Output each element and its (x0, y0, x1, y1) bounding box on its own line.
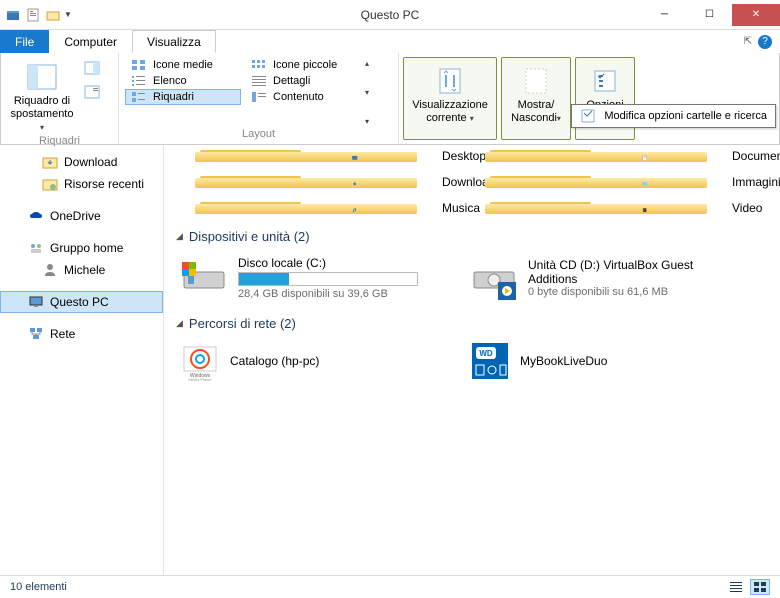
layout-tiles[interactable]: Riquadri (125, 89, 241, 105)
folder-download[interactable]: Download (176, 171, 436, 193)
maximize-button[interactable]: ☐ (687, 4, 732, 26)
folder-pictures[interactable]: Immagini (466, 171, 726, 193)
layout-scroll-up[interactable]: ▴ (365, 59, 369, 68)
layout-medium-icons[interactable]: Icone medie (125, 57, 241, 73)
folder-desktop[interactable]: Desktop (176, 145, 436, 167)
folder-music[interactable]: Musica (176, 197, 436, 219)
window-title: Questo PC (361, 8, 420, 22)
quick-access-toolbar: ▼ (0, 6, 72, 24)
sidebar-item-download[interactable]: Download (0, 151, 163, 173)
item-count: 10 elementi (10, 581, 67, 593)
folder-documents[interactable]: Documenti (466, 145, 726, 167)
sidebar-item-network[interactable]: Rete (0, 323, 163, 345)
show-hide-button[interactable]: Mostra/ Nascondi▾ (507, 61, 565, 138)
new-folder-icon[interactable] (44, 6, 62, 24)
navigation-sidebar: Download Risorse recenti OneDrive Gruppo… (0, 145, 164, 575)
layout-expand[interactable]: ▾ (365, 117, 369, 126)
sidebar-item-user[interactable]: Michele (0, 259, 163, 281)
system-menu-icon[interactable] (4, 6, 22, 24)
view-thumbnails-button[interactable] (750, 579, 770, 595)
svg-text:Media Player: Media Player (188, 377, 212, 381)
devices-header[interactable]: ◢Dispositivi e unità (2) (176, 229, 768, 244)
svg-text:WD: WD (479, 349, 493, 358)
details-pane-button[interactable] (81, 81, 103, 103)
view-details-button[interactable] (726, 579, 746, 595)
main-pane: Desktop Documenti Download Immagini Musi… (164, 145, 780, 575)
help-icon[interactable]: ? (758, 35, 772, 49)
tab-view[interactable]: Visualizza (132, 30, 216, 53)
show-hide-label: Mostra/ Nascondi (511, 99, 557, 124)
layout-list[interactable]: Elenco (125, 73, 241, 89)
layout-details[interactable]: Dettagli (245, 73, 361, 89)
minimize-button[interactable]: ─ (642, 4, 687, 26)
tab-file[interactable]: File (0, 30, 49, 53)
network-header[interactable]: ◢Percorsi di rete (2) (176, 316, 768, 331)
network-item-catalogo[interactable]: WindowsMedia Player Catalogo (hp-pc) (176, 337, 436, 385)
sidebar-item-homegroup[interactable]: Gruppo home (0, 237, 163, 259)
folder-video[interactable]: Video (466, 197, 726, 219)
options-tooltip: Modifica opzioni cartelle e ricerca (571, 104, 776, 128)
layout-scroll-down[interactable]: ▾ (365, 88, 369, 97)
device-cd-drive[interactable]: Unità CD (D:) VirtualBox Guest Additions… (466, 250, 726, 306)
sidebar-item-onedrive[interactable]: OneDrive (0, 205, 163, 227)
close-button[interactable]: ✕ (732, 4, 780, 26)
title-bar: ▼ Questo PC ─ ☐ ✕ (0, 0, 780, 30)
content-area: Download Risorse recenti OneDrive Gruppo… (0, 145, 780, 575)
disk-usage-bar (238, 272, 418, 286)
tab-computer[interactable]: Computer (49, 30, 132, 53)
current-view-button[interactable]: Visualizzazione corrente ▾ (409, 61, 491, 138)
sidebar-item-recent[interactable]: Risorse recenti (0, 173, 163, 195)
navigation-pane-button[interactable]: Riquadro di spostamento ▾ (7, 57, 77, 135)
layout-content[interactable]: Contenuto (245, 89, 361, 105)
ribbon-expand-icon[interactable]: ⇱ (744, 36, 752, 47)
qat-dropdown-icon[interactable]: ▼ (64, 10, 72, 19)
properties-icon[interactable] (24, 6, 42, 24)
status-bar: 10 elementi (0, 575, 780, 598)
device-local-disk[interactable]: Disco locale (C:)28,4 GB disponibili su … (176, 250, 436, 306)
ribbon-tabs: File Computer Visualizza ⇱ ? (0, 30, 780, 53)
current-view-label: Visualizzazione corrente (412, 99, 488, 124)
network-item-mybook[interactable]: WD MyBookLiveDuo (466, 337, 726, 385)
nav-pane-label: Riquadro di spostamento (11, 95, 74, 120)
ribbon: Riquadro di spostamento ▾ Riquadri Icone… (0, 53, 780, 145)
sidebar-item-this-pc[interactable]: Questo PC (0, 291, 163, 313)
layout-small-icons[interactable]: Icone piccole (245, 57, 361, 73)
panes-group-label: Riquadri (7, 135, 112, 147)
layout-group-label: Layout (125, 128, 392, 142)
preview-pane-button[interactable] (81, 57, 103, 79)
